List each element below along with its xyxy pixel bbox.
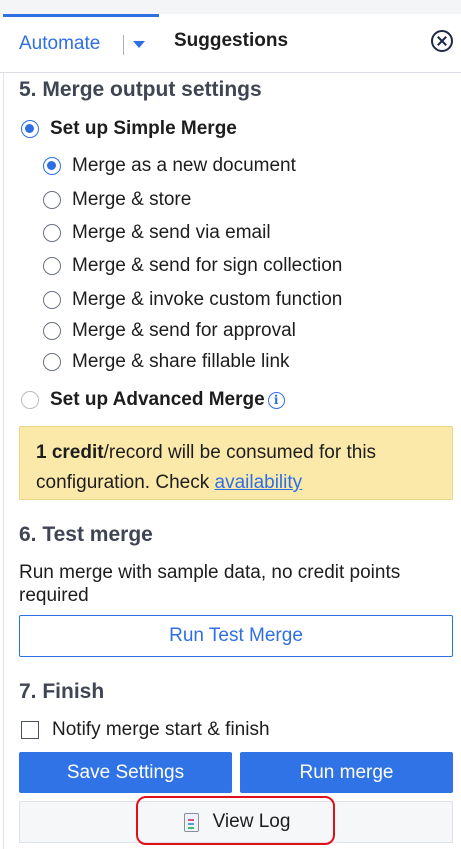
view-log-label: View Log (212, 811, 291, 832)
view-log-button[interactable]: View Log (139, 805, 335, 839)
option-label: Merge & store (72, 189, 192, 210)
top-strip (0, 0, 461, 15)
option-merge-invoke-function[interactable]: Merge & invoke custom function (43, 288, 342, 312)
option-merge-share-fillable[interactable]: Merge & share fillable link (43, 350, 290, 374)
option-label: Merge & send for sign collection (72, 255, 343, 276)
tab-automate[interactable]: Automate (3, 14, 159, 72)
tab-suggestions-label: Suggestions (174, 30, 289, 51)
tab-automate-label: Automate (19, 33, 101, 54)
radio-button[interactable] (21, 391, 39, 409)
section-title-test-merge: 6. Test merge (19, 523, 153, 546)
radio-button[interactable] (43, 291, 61, 309)
availability-link[interactable]: availability (215, 472, 303, 493)
option-merge-send-approval[interactable]: Merge & send for approval (43, 319, 296, 343)
option-label: Merge & share fillable link (72, 351, 290, 372)
panel-border (3, 14, 4, 849)
notify-checkbox[interactable] (21, 721, 39, 739)
section-title-merge-output: 5. Merge output settings (19, 78, 262, 101)
tab-suggestions[interactable]: Suggestions (160, 14, 460, 72)
option-label: Merge as a new document (72, 155, 296, 176)
info-icon[interactable]: i (267, 391, 285, 409)
radio-button[interactable] (43, 257, 61, 275)
section-title-finish: 7. Finish (19, 680, 105, 703)
radio-simple-merge[interactable]: Set up Simple Merge (21, 117, 237, 141)
close-icon[interactable] (431, 30, 453, 52)
radio-button[interactable] (43, 157, 61, 175)
radio-button[interactable] (43, 224, 61, 242)
notify-label: Notify merge start & finish (52, 719, 270, 740)
test-merge-description: Run merge with sample data, no credit po… (19, 562, 401, 606)
radio-advanced-merge[interactable]: Set up Advanced Merge i (21, 388, 285, 412)
tab-bar: Automate Suggestions (0, 14, 461, 73)
radio-simple-merge-label: Set up Simple Merge (50, 118, 237, 139)
credit-notice: 1 credit/record will be consumed for thi… (19, 426, 453, 500)
option-merge-store[interactable]: Merge & store (43, 188, 191, 212)
option-merge-send-sign[interactable]: Merge & send for sign collection (43, 254, 342, 278)
radio-button[interactable] (21, 120, 39, 138)
radio-button[interactable] (43, 191, 61, 209)
radio-advanced-merge-label: Set up Advanced Merge (50, 389, 265, 410)
option-label: Merge & send for approval (72, 320, 296, 341)
tab-divider (123, 35, 124, 55)
option-label: Merge & send via email (72, 222, 271, 243)
radio-button[interactable] (43, 322, 61, 340)
credit-amount: 1 credit (36, 442, 104, 463)
run-test-merge-button[interactable]: Run Test Merge (19, 615, 453, 657)
option-label: Merge & invoke custom function (72, 289, 343, 310)
save-settings-button[interactable]: Save Settings (19, 752, 232, 793)
option-merge-new-document[interactable]: Merge as a new document (43, 154, 296, 178)
log-icon (183, 812, 199, 832)
run-merge-button[interactable]: Run merge (240, 752, 453, 793)
radio-button[interactable] (43, 353, 61, 371)
chevron-down-icon[interactable] (133, 41, 145, 48)
option-merge-send-email[interactable]: Merge & send via email (43, 221, 271, 245)
